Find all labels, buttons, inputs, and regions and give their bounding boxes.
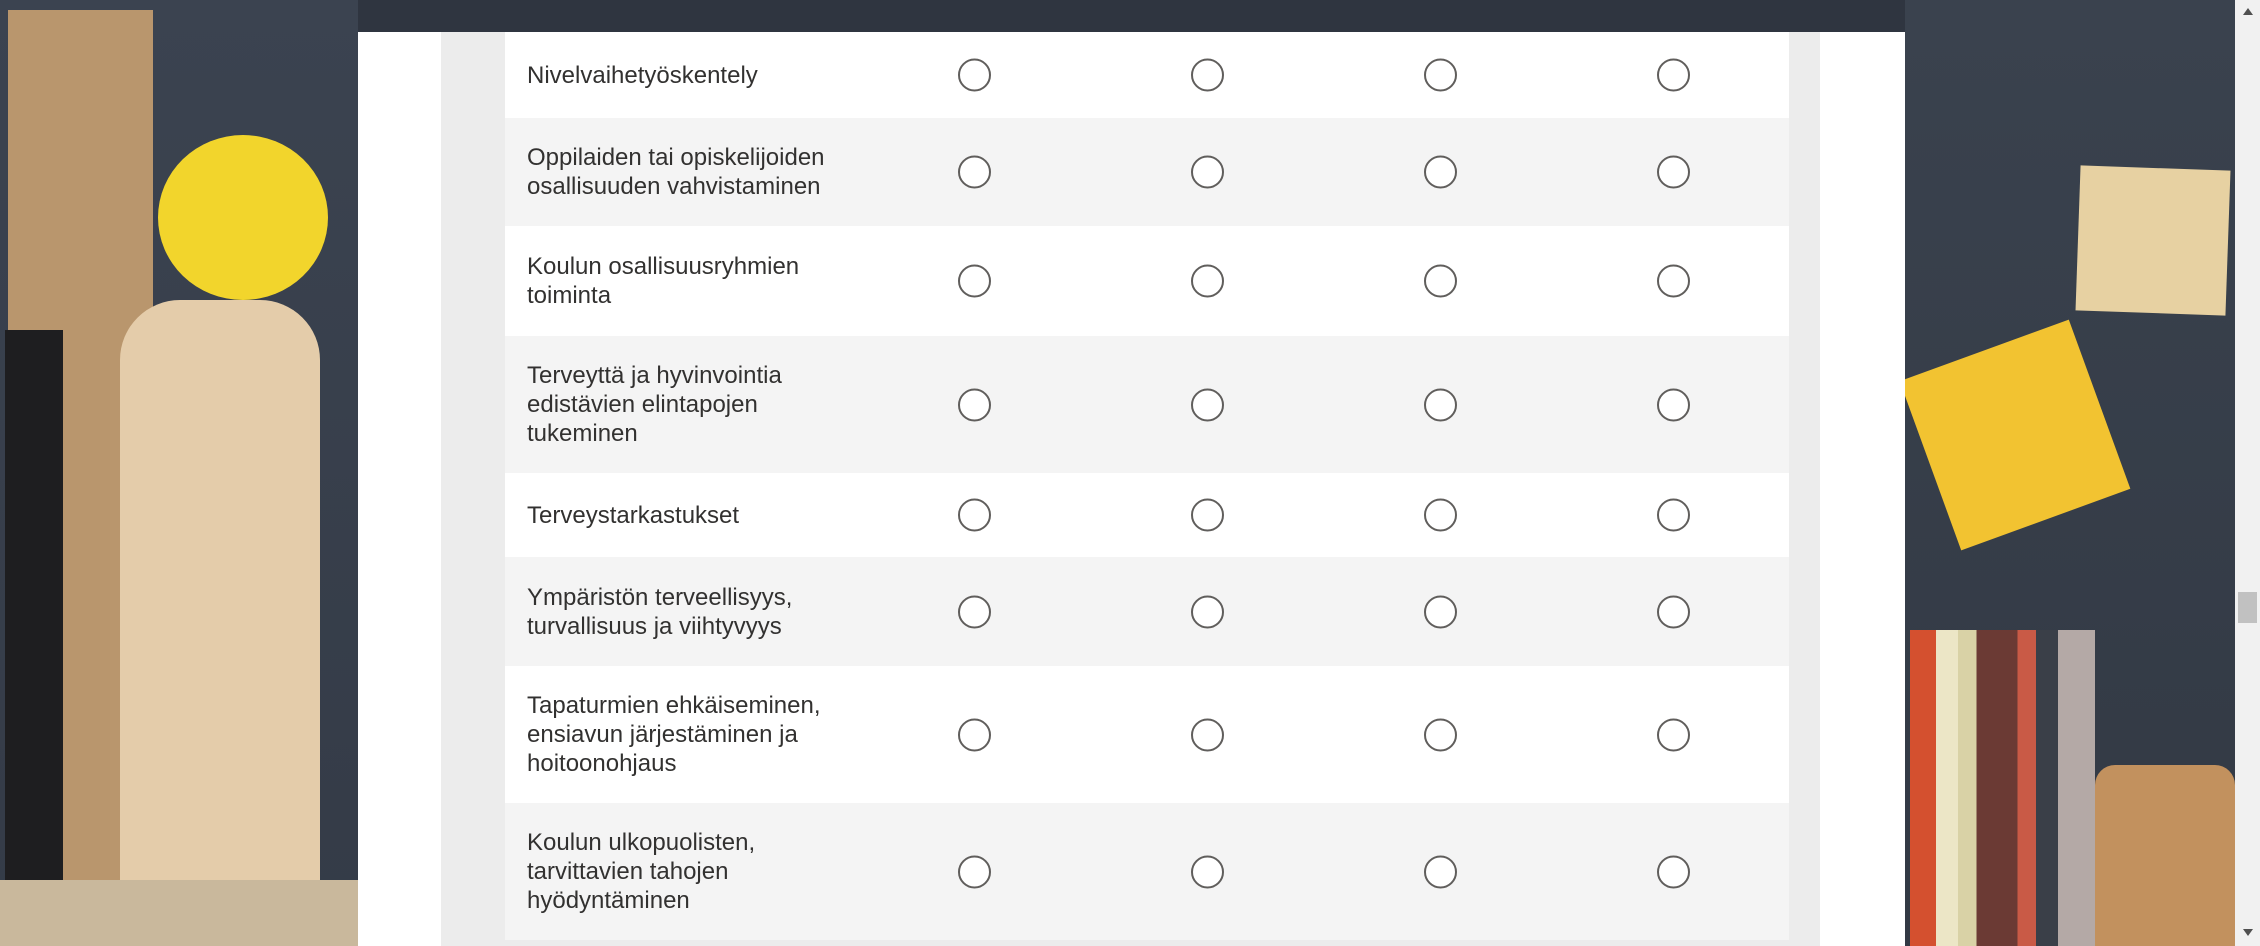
table-row: Koulun osallisuusryhmien toiminta [505,226,1789,336]
radio-button-icon[interactable] [1657,498,1690,532]
radio-button-icon[interactable] [958,58,991,92]
radio-button-icon[interactable] [1424,388,1457,421]
row-label: Tapaturmien ehkäiseminen, ensiavun järje… [527,692,821,777]
radio-button-icon[interactable] [1424,58,1457,92]
notebook [5,330,63,900]
scrollbar-thumb[interactable] [2238,592,2257,623]
radio-button-icon[interactable] [1424,155,1457,189]
yellow-ball [158,135,328,300]
row-label: Koulun ulkopuolisten, tarvittavien tahoj… [527,829,756,914]
radio-button-icon[interactable] [958,718,991,751]
radio-button-icon[interactable] [1191,58,1224,92]
row-label: Oppilaiden tai opiskelijoiden osallisuud… [527,144,825,200]
radio-button-icon[interactable] [1191,155,1224,189]
survey-card: Nivelvaihetyöskentely Oppilaiden tai opi… [358,32,1905,946]
radio-button-icon[interactable] [1657,388,1690,421]
row-label: Nivelvaihetyöskentely [527,61,758,89]
radio-button-icon[interactable] [1424,595,1457,628]
radio-button-icon[interactable] [958,498,991,532]
radio-button-icon[interactable] [1191,718,1224,751]
radio-button-icon[interactable] [1424,855,1457,888]
radio-button-icon[interactable] [958,155,991,189]
radio-button-icon[interactable] [1191,595,1224,628]
wooden-hand [120,300,320,946]
radio-button-icon[interactable] [958,388,991,421]
desk-surface [0,880,358,946]
radio-button-icon[interactable] [1191,855,1224,888]
radio-button-icon[interactable] [1424,718,1457,751]
sticky-note-yellow [1905,319,2131,551]
table-row: Koulun ulkopuolisten, tarvittavien tahoj… [505,803,1789,940]
cork-jar [2095,765,2235,946]
radio-button-icon[interactable] [1657,264,1690,298]
radio-button-icon[interactable] [1657,58,1690,92]
background-photo-left [0,0,358,946]
background-photo-right [1905,0,2235,946]
vertical-scrollbar[interactable] [2235,0,2260,946]
radio-button-icon[interactable] [1657,155,1690,189]
question-panel: Nivelvaihetyöskentely Oppilaiden tai opi… [441,32,1820,946]
radio-button-icon[interactable] [1191,498,1224,532]
arrow-down-icon[interactable] [2235,921,2260,946]
radio-button-icon[interactable] [958,595,991,628]
row-label: Koulun osallisuusryhmien toiminta [527,253,800,309]
radio-button-icon[interactable] [1191,388,1224,421]
table-row: Nivelvaihetyöskentely [505,32,1789,118]
radio-button-icon[interactable] [1424,498,1457,532]
arrow-up-icon[interactable] [2235,0,2260,25]
radio-button-icon[interactable] [1424,264,1457,298]
row-label: Terveystarkastukset [527,501,740,529]
table-row: Ympäristön terveellisyys, turvallisuus j… [505,557,1789,666]
radio-button-icon[interactable] [1657,718,1690,751]
table-row: Oppilaiden tai opiskelijoiden osallisuud… [505,118,1789,226]
table-row: Terveystarkastukset [505,473,1789,557]
radio-button-icon[interactable] [1657,855,1690,888]
radio-button-icon[interactable] [1191,264,1224,298]
radio-button-icon[interactable] [958,264,991,298]
radio-button-icon[interactable] [958,855,991,888]
table-row: Terveyttä ja hyvinvointia edistävien eli… [505,336,1789,473]
row-label: Terveyttä ja hyvinvointia edistävien eli… [527,362,782,447]
likert-table: Nivelvaihetyöskentely Oppilaiden tai opi… [505,32,1789,940]
row-label: Ympäristön terveellisyys, turvallisuus j… [527,583,793,640]
table-row: Tapaturmien ehkäiseminen, ensiavun järje… [505,666,1789,803]
books [1910,630,2095,946]
radio-button-icon[interactable] [1657,595,1690,628]
sticky-note-beige [2075,165,2231,316]
